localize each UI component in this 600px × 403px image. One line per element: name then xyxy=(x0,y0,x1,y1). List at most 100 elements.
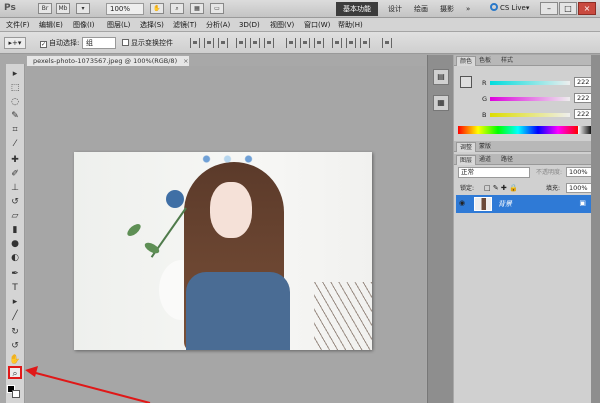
document-tab[interactable]: pexels-photo-1073567.jpeg @ 100%(RGB/8) × xyxy=(26,55,190,66)
distribute-right-icon[interactable] xyxy=(360,38,370,48)
menu-filter[interactable]: 滤镜(T) xyxy=(173,20,197,30)
move-tool-icon[interactable]: ▸ xyxy=(8,68,22,81)
tab-color[interactable]: 颜色 xyxy=(456,56,477,66)
view-extras-icon[interactable]: ▾ xyxy=(76,3,90,14)
workspace-essentials[interactable]: 基本功能 xyxy=(336,2,378,16)
close-document-icon[interactable]: × xyxy=(183,57,188,65)
visibility-eye-icon[interactable]: ◉ xyxy=(459,199,465,207)
eyedropper-tool-icon[interactable]: ⁄ xyxy=(8,138,22,151)
menu-window[interactable]: 窗口(W) xyxy=(304,20,330,30)
3d-orbit-tool-icon[interactable]: ↺ xyxy=(8,340,22,353)
zoom-tool-icon[interactable]: ⌕ xyxy=(8,366,22,379)
opacity-input[interactable]: 100% xyxy=(566,167,592,177)
align-vertical-center-icon[interactable] xyxy=(204,38,214,48)
layer-row-background[interactable]: ◉ 背景 ▣ xyxy=(456,195,592,213)
lasso-tool-icon[interactable]: ◌ xyxy=(8,96,22,109)
hand-view-icon[interactable]: ✋ xyxy=(150,3,164,14)
show-transform-controls-checkbox[interactable]: 显示变换控件 xyxy=(122,38,173,48)
menu-image[interactable]: 图像(I) xyxy=(73,20,95,30)
brush-tool-icon[interactable]: ✐ xyxy=(8,168,22,181)
menu-analysis[interactable]: 分析(A) xyxy=(206,20,230,30)
tab-swatches[interactable]: 色板 xyxy=(476,56,494,66)
distribute-top-icon[interactable] xyxy=(286,38,296,48)
gradient-tool-icon[interactable]: ▮ xyxy=(8,224,22,237)
align-right-icon[interactable] xyxy=(264,38,274,48)
ps-logo: Ps xyxy=(4,3,16,13)
menu-edit[interactable]: 编辑(E) xyxy=(39,20,63,30)
properties-panel-icon[interactable]: ▦ xyxy=(433,95,449,111)
3d-rotate-tool-icon[interactable]: ↻ xyxy=(8,326,22,339)
distribute-bottom-icon[interactable] xyxy=(314,38,324,48)
panel-scrollbar[interactable] xyxy=(591,55,600,403)
align-horizontal-center-icon[interactable] xyxy=(250,38,260,48)
tab-masks[interactable]: 蒙版 xyxy=(476,142,494,152)
channel-r-slider[interactable] xyxy=(490,81,570,85)
background-color-swatch[interactable] xyxy=(12,390,20,398)
close-button[interactable]: × xyxy=(578,2,596,15)
lock-icons[interactable]: □ ✎ ✚ 🔒 xyxy=(484,184,518,192)
path-selection-tool-icon[interactable]: ▸ xyxy=(8,296,22,309)
workspace-painting[interactable]: 绘画 xyxy=(414,2,428,16)
eraser-tool-icon[interactable]: ▱ xyxy=(8,210,22,223)
layers-panel-tabs: 图层 通道 路径 xyxy=(454,154,592,165)
align-left-icon[interactable] xyxy=(236,38,246,48)
zoom-view-icon[interactable]: ⌕ xyxy=(170,3,184,14)
auto-align-layers-icon[interactable] xyxy=(382,38,392,48)
spot-healing-tool-icon[interactable]: ✚ xyxy=(8,154,22,167)
fill-input[interactable]: 100% xyxy=(566,183,592,193)
shape-tool-icon[interactable]: ╱ xyxy=(8,310,22,323)
minibridge-icon[interactable]: Mb xyxy=(56,3,70,14)
menu-3d[interactable]: 3D(D) xyxy=(239,20,260,30)
minimize-button[interactable]: – xyxy=(540,2,558,15)
grayscale-ramp[interactable] xyxy=(578,126,592,134)
zoom-select[interactable]: 100% xyxy=(106,3,144,15)
workspace-design[interactable]: 设计 xyxy=(388,2,402,16)
bridge-icon[interactable]: Br xyxy=(38,3,52,14)
menu-layer[interactable]: 图层(L) xyxy=(107,20,130,30)
menu-select[interactable]: 选择(S) xyxy=(140,20,164,30)
blur-tool-icon[interactable]: ● xyxy=(8,238,22,251)
distribute-vertical-center-icon[interactable] xyxy=(300,38,310,48)
history-panel-icon[interactable]: ▤ xyxy=(433,69,449,85)
collapsed-panel-dock: ▤ ▦ xyxy=(427,55,453,403)
tab-adjustments[interactable]: 调整 xyxy=(456,142,477,152)
type-tool-icon[interactable]: T xyxy=(8,282,22,295)
tab-paths[interactable]: 路径 xyxy=(498,155,516,165)
maximize-button[interactable]: □ xyxy=(559,2,577,15)
blend-mode-select[interactable]: 正常 xyxy=(458,167,530,178)
dress-art xyxy=(186,272,290,350)
flower-crown-art xyxy=(196,154,266,164)
workspace-photography[interactable]: 摄影 xyxy=(440,2,454,16)
color-spectrum-ramp[interactable] xyxy=(458,126,578,134)
document-image[interactable] xyxy=(74,152,372,350)
align-bottom-icon[interactable] xyxy=(218,38,228,48)
marquee-tool-icon[interactable]: ⬚ xyxy=(8,82,22,95)
auto-select-target-select[interactable]: 组 xyxy=(82,37,116,49)
crop-tool-icon[interactable]: ⌗ xyxy=(8,124,22,137)
panel-column: 颜色 色板 样式 R 222 G 222 B 222 调整 蒙版 图层 通道 路… xyxy=(454,55,600,403)
cs-live-button[interactable]: CS Live▾ xyxy=(490,3,529,14)
tool-preset-picker[interactable]: ▸+▾ xyxy=(4,37,26,49)
arrange-documents-icon[interactable]: ▦ xyxy=(190,3,204,14)
menu-view[interactable]: 视图(V) xyxy=(270,20,294,30)
distribute-horizontal-center-icon[interactable] xyxy=(346,38,356,48)
tab-styles[interactable]: 样式 xyxy=(498,56,516,66)
clone-stamp-tool-icon[interactable]: ⊥ xyxy=(8,182,22,195)
auto-select-checkbox[interactable]: ✓ 自动选择: xyxy=(40,38,79,48)
align-top-icon[interactable] xyxy=(190,38,200,48)
workspace-more-button[interactable]: » xyxy=(466,2,470,16)
menu-file[interactable]: 文件(F) xyxy=(6,20,30,30)
current-color-swatch[interactable] xyxy=(460,76,472,88)
tab-layers[interactable]: 图层 xyxy=(456,155,477,165)
channel-b-slider[interactable] xyxy=(490,113,570,117)
distribute-left-icon[interactable] xyxy=(332,38,342,48)
auto-select-check-icon: ✓ xyxy=(40,41,47,48)
dodge-tool-icon[interactable]: ◐ xyxy=(8,252,22,265)
history-brush-tool-icon[interactable]: ↺ xyxy=(8,196,22,209)
channel-g-slider[interactable] xyxy=(490,97,570,101)
screen-mode-icon[interactable]: ▭ xyxy=(210,3,224,14)
menu-help[interactable]: 帮助(H) xyxy=(338,20,363,30)
tab-channels[interactable]: 通道 xyxy=(476,155,494,165)
pen-tool-icon[interactable]: ✒ xyxy=(8,268,22,281)
quick-selection-tool-icon[interactable]: ✎ xyxy=(8,110,22,123)
